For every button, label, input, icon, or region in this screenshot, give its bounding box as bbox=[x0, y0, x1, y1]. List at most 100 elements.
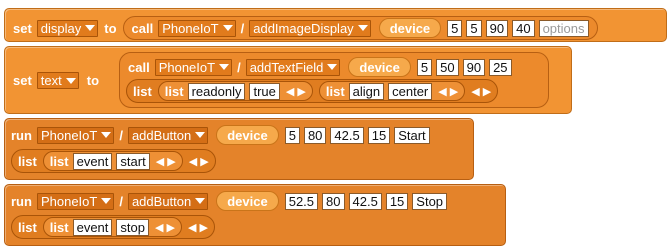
list-keyword: list bbox=[49, 219, 69, 235]
rpc-name: addButton bbox=[131, 127, 192, 143]
arg-y[interactable]: 5 bbox=[466, 19, 482, 37]
arg-height[interactable]: 25 bbox=[489, 58, 512, 76]
pair-key[interactable]: readonly bbox=[187, 82, 246, 100]
device-variable[interactable]: device bbox=[216, 191, 279, 211]
slash-separator: / bbox=[237, 59, 241, 75]
service-name: PhoneIoT bbox=[158, 59, 216, 75]
run-keyword: run bbox=[11, 127, 32, 143]
arg-width[interactable]: 42.5 bbox=[330, 126, 364, 144]
rpc-dropdown[interactable]: addImageDisplay bbox=[249, 19, 371, 37]
service-dropdown[interactable]: PhoneIoT bbox=[36, 192, 115, 210]
chevron-down-icon bbox=[219, 64, 230, 70]
pair-key[interactable]: event bbox=[72, 152, 113, 170]
to-keyword: to bbox=[104, 20, 117, 36]
arg-width[interactable]: 90 bbox=[462, 58, 486, 76]
list-arrows-icon[interactable]: ◀ ▶ bbox=[438, 85, 458, 98]
rpc-name: addButton bbox=[131, 193, 192, 209]
set-keyword: set bbox=[13, 20, 32, 36]
pair-list-align[interactable]: list align center ◀ ▶ bbox=[318, 81, 466, 101]
slash-separator: / bbox=[240, 20, 245, 36]
arg-y[interactable]: 80 bbox=[322, 192, 345, 210]
arg-text[interactable]: Start bbox=[394, 126, 430, 144]
pair-list-event[interactable]: list event stop ◀ ▶ bbox=[42, 217, 182, 237]
service-name: PhoneIoT bbox=[40, 127, 98, 143]
chevron-down-icon bbox=[85, 25, 96, 31]
pair-key[interactable]: align bbox=[348, 82, 385, 100]
device-variable[interactable]: device bbox=[378, 18, 442, 38]
list-arrows-icon[interactable]: ◀ ▶ bbox=[188, 221, 208, 234]
arg-height[interactable]: 40 bbox=[512, 19, 535, 37]
call-keyword: call bbox=[131, 20, 154, 36]
pair-list-readonly[interactable]: list readonly true ◀ ▶ bbox=[157, 81, 313, 101]
chevron-down-icon bbox=[357, 25, 368, 31]
arg-width[interactable]: 42.5 bbox=[348, 192, 382, 210]
arg-text[interactable]: Stop bbox=[412, 192, 448, 210]
pair-value[interactable]: stop bbox=[116, 218, 149, 236]
device-variable[interactable]: device bbox=[216, 125, 279, 145]
options-list[interactable]: list list event start ◀ ▶ ◀ ▶ bbox=[11, 149, 216, 173]
arg-width[interactable]: 90 bbox=[485, 19, 509, 37]
run-add-button-start-block[interactable]: run PhoneIoT / addButton device 5 80 42.… bbox=[4, 118, 474, 180]
set-display-block[interactable]: set display to call PhoneIoT / addImageD… bbox=[4, 8, 667, 42]
arg-x[interactable]: 52.5 bbox=[284, 192, 319, 210]
list-arrows-icon[interactable]: ◀ ▶ bbox=[286, 85, 306, 98]
pair-value[interactable]: start bbox=[116, 152, 150, 170]
arg-x[interactable]: 5 bbox=[447, 19, 463, 37]
chevron-down-icon bbox=[101, 198, 112, 204]
chevron-down-icon bbox=[101, 132, 112, 138]
service-name: PhoneIoT bbox=[162, 20, 219, 36]
chevron-down-icon bbox=[65, 77, 76, 84]
service-dropdown[interactable]: PhoneIoT bbox=[36, 126, 115, 144]
set-keyword: set bbox=[13, 73, 32, 88]
arg-height[interactable]: 15 bbox=[367, 126, 391, 144]
rpc-name: addImageDisplay bbox=[253, 20, 354, 36]
slash-separator: / bbox=[119, 127, 123, 143]
rpc-name: addTextField bbox=[249, 59, 324, 75]
pair-list-event[interactable]: list event start ◀ ▶ bbox=[42, 151, 183, 171]
pair-value[interactable]: center bbox=[388, 82, 433, 100]
pair-key[interactable]: event bbox=[72, 218, 113, 236]
to-keyword: to bbox=[86, 73, 100, 88]
list-keyword: list bbox=[325, 83, 345, 99]
call-block[interactable]: call PhoneIoT / addTextField device 5 50… bbox=[119, 52, 549, 108]
chevron-down-icon bbox=[222, 25, 233, 31]
chevron-down-icon bbox=[195, 198, 206, 204]
list-keyword: list bbox=[164, 83, 184, 99]
arg-height[interactable]: 15 bbox=[385, 192, 409, 210]
options-list[interactable]: list list event stop ◀ ▶ ◀ ▶ bbox=[11, 215, 215, 239]
chevron-down-icon bbox=[195, 132, 206, 138]
arg-x[interactable]: 5 bbox=[284, 126, 300, 144]
service-name: PhoneIoT bbox=[40, 193, 98, 209]
slash-separator: / bbox=[119, 193, 123, 209]
script-canvas: set display to call PhoneIoT / addImageD… bbox=[0, 0, 671, 248]
list-arrows-icon[interactable]: ◀ ▶ bbox=[156, 155, 176, 168]
variable-name: text bbox=[40, 73, 62, 88]
service-dropdown[interactable]: PhoneIoT bbox=[158, 19, 236, 37]
rpc-dropdown[interactable]: addButton bbox=[127, 126, 209, 144]
set-text-block[interactable]: set text to call PhoneIoT / addTextField… bbox=[4, 46, 572, 114]
variable-name: display bbox=[40, 20, 82, 36]
arg-y[interactable]: 50 bbox=[436, 58, 459, 76]
arg-x[interactable]: 5 bbox=[416, 58, 433, 76]
rpc-dropdown[interactable]: addTextField bbox=[245, 58, 341, 76]
pair-value[interactable]: true bbox=[249, 82, 280, 100]
list-keyword: list bbox=[18, 219, 37, 235]
run-keyword: run bbox=[11, 193, 32, 209]
options-slot[interactable]: options bbox=[538, 19, 589, 37]
variable-dropdown[interactable]: display bbox=[36, 19, 99, 37]
call-keyword: call bbox=[128, 59, 150, 75]
device-variable[interactable]: device bbox=[348, 57, 411, 77]
list-keyword: list bbox=[18, 153, 37, 169]
chevron-down-icon bbox=[327, 64, 338, 70]
service-dropdown[interactable]: PhoneIoT bbox=[154, 58, 233, 76]
arg-y[interactable]: 80 bbox=[303, 126, 327, 144]
list-keyword: list bbox=[49, 153, 69, 169]
list-arrows-icon[interactable]: ◀ ▶ bbox=[471, 85, 491, 98]
run-add-button-stop-block[interactable]: run PhoneIoT / addButton device 52.5 80 … bbox=[4, 184, 506, 246]
list-arrows-icon[interactable]: ◀ ▶ bbox=[189, 155, 209, 168]
rpc-dropdown[interactable]: addButton bbox=[127, 192, 209, 210]
variable-dropdown[interactable]: text bbox=[36, 72, 79, 89]
call-block[interactable]: call PhoneIoT / addImageDisplay device 5… bbox=[122, 16, 598, 40]
options-list[interactable]: list list readonly true ◀ ▶ list align c… bbox=[126, 79, 499, 103]
list-arrows-icon[interactable]: ◀ ▶ bbox=[155, 221, 175, 234]
